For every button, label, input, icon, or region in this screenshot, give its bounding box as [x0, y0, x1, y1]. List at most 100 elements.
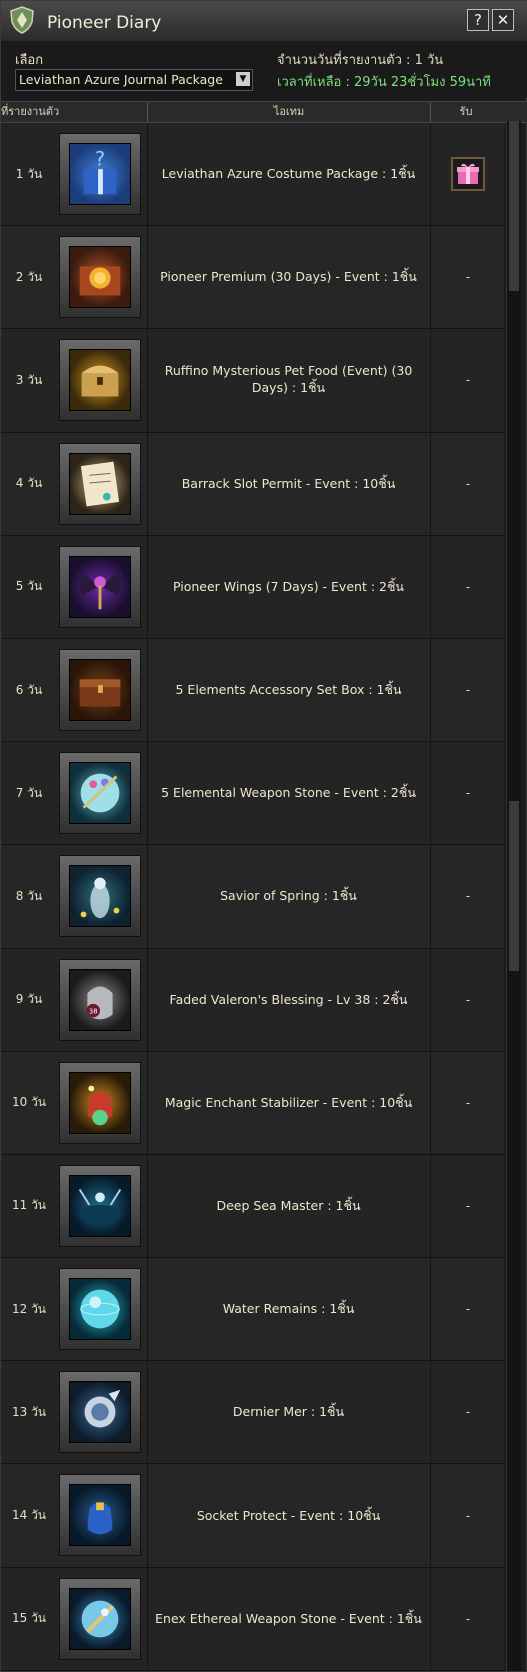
- row-item-name: 5 Elemental Weapon Stone - Event : 2ชิ้น: [147, 742, 429, 845]
- row-item-name: Socket Protect - Event : 10ชิ้น: [147, 1464, 429, 1567]
- crystal-orb-icon: [69, 762, 131, 825]
- row-item-name: Ruffino Mysterious Pet Food (Event) (30 …: [147, 329, 429, 432]
- row-day: 2 วัน: [15, 269, 43, 284]
- permit-scroll-icon: [69, 452, 131, 515]
- socket-pouch-icon: [69, 1484, 131, 1547]
- item-icon-slot[interactable]: [59, 339, 141, 422]
- row-claim: -: [430, 1258, 505, 1361]
- table-row: 13 วัน Dernier Mer : 1ชิ้น -: [1, 1361, 505, 1465]
- reward-list: 1 วัน? Leviathan Azure Costume Package : …: [1, 123, 504, 1671]
- package-select-label: เลือก: [15, 53, 44, 68]
- wooden-box-icon: [69, 658, 131, 721]
- table-header: ที่รายงานตัว ไอเทม รับ: [1, 101, 527, 123]
- item-icon-slot[interactable]: [59, 648, 141, 731]
- row-item-name: Enex Ethereal Weapon Stone - Event : 1ชิ…: [147, 1567, 429, 1670]
- shield-emblem-icon: [10, 6, 34, 34]
- svg-text:38: 38: [89, 1007, 98, 1015]
- row-item-name: Leviathan Azure Costume Package : 1ชิ้น: [147, 123, 429, 226]
- window-title: Pioneer Diary: [47, 13, 162, 33]
- item-icon-slot[interactable]: [59, 545, 141, 628]
- dark-wings-icon: [69, 555, 131, 618]
- row-item-name: Water Remains : 1ชิ้น: [147, 1258, 429, 1361]
- package-dropdown-value: Leviathan Azure Journal Package: [19, 72, 223, 87]
- item-icon-slot[interactable]: [59, 1061, 141, 1144]
- row-claim: -: [430, 742, 505, 845]
- row-day: 3 วัน: [15, 372, 43, 387]
- row-item-name: Barrack Slot Permit - Event : 10ชิ้น: [147, 432, 429, 535]
- row-claim: -: [430, 226, 505, 329]
- row-claim: -: [430, 845, 505, 948]
- svg-text:?: ?: [95, 147, 105, 170]
- toolbar: เลือก Leviathan Azure Journal Package ▼ …: [1, 41, 527, 97]
- magic-pouch-icon: [69, 1071, 131, 1134]
- row-item-name: Savior of Spring : 1ชิ้น: [147, 845, 429, 948]
- deep-sea-icon: [69, 1174, 131, 1237]
- scrollbar-thumb-lower[interactable]: [509, 801, 519, 971]
- header-item: ไอเทม: [147, 102, 430, 122]
- water-orb-icon: [69, 1278, 131, 1341]
- item-icon-slot[interactable]: [59, 1164, 141, 1247]
- help-button[interactable]: ?: [467, 9, 489, 31]
- row-claim: -: [430, 1051, 505, 1154]
- item-icon-slot[interactable]: [59, 855, 141, 938]
- close-button[interactable]: ✕: [492, 9, 514, 31]
- pioneer-diary-window: Pioneer Diary ? ✕ เลือก Leviathan Azure …: [0, 0, 527, 1672]
- shell-crest-icon: [69, 1381, 131, 1444]
- table-row: 6 วัน 5 Elements Accessory Set Box : 1ชิ้…: [1, 638, 504, 743]
- row-day: 8 วัน: [15, 888, 43, 903]
- time-remaining-text: เวลาที่เหลือ : 29วัน 23ชั่วโมง 59นาที: [277, 75, 491, 90]
- scrollbar[interactable]: [506, 121, 521, 1671]
- row-day: 4 วัน: [15, 476, 43, 491]
- chevron-down-icon[interactable]: ▼: [236, 72, 250, 86]
- item-icon-slot[interactable]: [59, 1268, 141, 1351]
- row-item-name: Dernier Mer : 1ชิ้น: [147, 1361, 429, 1464]
- row-item-name: 5 Elements Accessory Set Box : 1ชิ้น: [147, 638, 429, 742]
- row-item-name: Pioneer Wings (7 Days) - Event : 2ชิ้น: [147, 535, 429, 638]
- header-claim: รับ: [430, 102, 501, 122]
- row-day: 10 วัน: [11, 1095, 47, 1110]
- row-claim: -: [430, 432, 505, 535]
- table-row: 15 วัน Enex Ethereal Weapon Stone - Event…: [1, 1567, 505, 1671]
- row-day: 13 วัน: [11, 1404, 47, 1419]
- ethereal-stone-icon: [69, 1587, 131, 1650]
- blessing-pouch-icon: 38: [69, 968, 131, 1031]
- header-day: ที่รายงานตัว: [1, 105, 60, 118]
- table-row: 1 วัน? Leviathan Azure Costume Package : …: [1, 123, 505, 227]
- table-row: 5 วัน Pioneer Wings (7 Days) - Event : 2ช…: [1, 535, 505, 639]
- item-icon-slot[interactable]: 38: [59, 958, 141, 1041]
- item-icon-slot[interactable]: [59, 236, 141, 319]
- table-row: 11 วัน Deep Sea Master : 1ชิ้น -: [1, 1154, 505, 1259]
- table-row: 12 วัน Water Remains : 1ชิ้น -: [1, 1258, 505, 1362]
- scrollbar-thumb[interactable]: [509, 121, 519, 291]
- row-claim[interactable]: [430, 123, 505, 226]
- row-day: 12 วัน: [11, 1301, 47, 1316]
- item-icon-slot[interactable]: ?: [59, 133, 141, 215]
- claim-gift-button[interactable]: [451, 157, 485, 192]
- row-claim: -: [430, 948, 505, 1051]
- table-row: 2 วัน Pioneer Premium (30 Days) - Event :…: [1, 226, 505, 330]
- item-icon-slot[interactable]: [59, 1577, 141, 1660]
- item-icon-slot[interactable]: [59, 442, 141, 525]
- row-claim: -: [430, 1361, 505, 1464]
- row-claim: -: [430, 535, 505, 638]
- title-bar[interactable]: Pioneer Diary ? ✕: [1, 1, 527, 42]
- golden-chest-icon: [69, 349, 131, 412]
- row-claim: -: [430, 1154, 505, 1258]
- item-icon-slot[interactable]: [59, 1371, 141, 1454]
- row-day: 5 วัน: [15, 579, 43, 594]
- table-row: 7 วัน 5 Elemental Weapon Stone - Event : …: [1, 742, 505, 846]
- row-claim: -: [430, 1567, 505, 1670]
- table-row: 8 วัน Savior of Spring : 1ชิ้น -: [1, 845, 505, 949]
- table-row: 4 วัน Barrack Slot Permit - Event : 10ชิ้…: [1, 432, 505, 536]
- gift-icon: [457, 163, 479, 185]
- gift-box-icon: ?: [69, 143, 131, 205]
- item-icon-slot[interactable]: [59, 752, 141, 835]
- table-row: 3 วัน Ruffino Mysterious Pet Food (Event)…: [1, 329, 504, 433]
- table-row: 14 วัน Socket Protect - Event : 10ชิ้น -: [1, 1464, 504, 1568]
- row-item-name: Pioneer Premium (30 Days) - Event : 1ชิ้…: [147, 226, 429, 329]
- treasure-chest-coin-icon: [69, 246, 131, 309]
- row-day: 9 วัน: [15, 992, 43, 1007]
- item-icon-slot[interactable]: [59, 1474, 141, 1557]
- package-dropdown[interactable]: Leviathan Azure Journal Package ▼: [15, 69, 253, 91]
- row-item-name: Magic Enchant Stabilizer - Event : 10ชิ้…: [147, 1051, 429, 1154]
